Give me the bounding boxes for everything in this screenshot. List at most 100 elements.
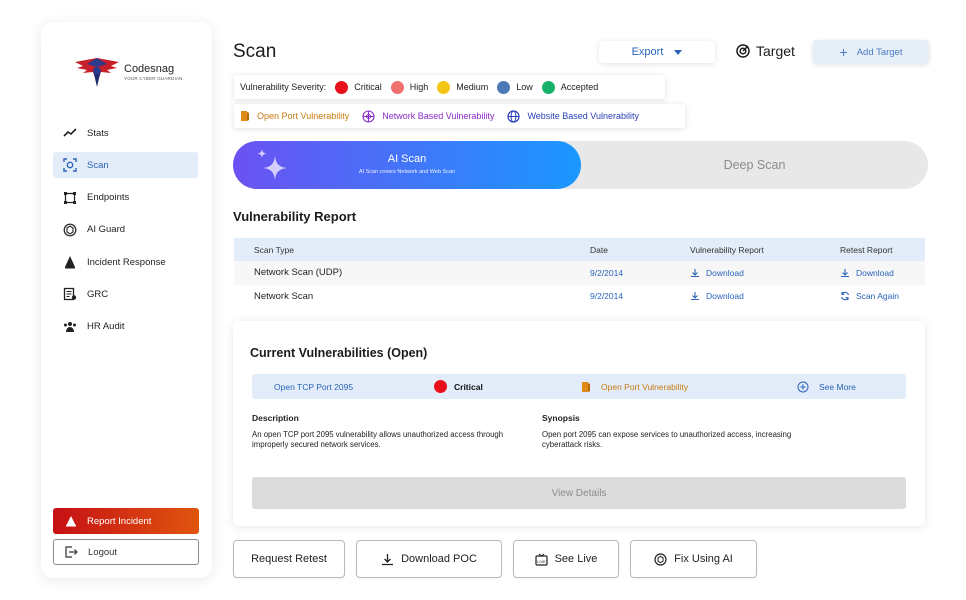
severity-label: Accepted	[560, 82, 599, 92]
download-poc-button[interactable]: Download POC	[356, 540, 502, 578]
download-retest-link[interactable]: Download	[840, 268, 925, 278]
severity-label: High	[409, 82, 429, 92]
see-live-label: See Live	[554, 553, 598, 565]
severity-legend-label: Vulnerability Severity:	[240, 82, 327, 92]
vulnerability-type: Open Port Vulnerability	[581, 381, 797, 393]
incident-icon	[63, 255, 77, 269]
sidebar-item-endpoints[interactable]: Endpoints	[53, 185, 198, 211]
sidebar-item-label: Incident Response	[87, 256, 166, 268]
type-network: Network Based Vulnerability	[362, 109, 495, 123]
date-cell: 9/2/2014	[590, 291, 624, 302]
request-retest-button[interactable]: Request Retest	[233, 540, 345, 578]
open-port-icon	[240, 110, 250, 122]
severity-medium: Medium	[437, 80, 489, 94]
table-header: Scan Type Date Vulnerability Report Rete…	[234, 238, 925, 261]
plus-circle-icon	[797, 381, 809, 393]
sidebar-item-incident-response[interactable]: Incident Response	[53, 249, 198, 275]
sidebar: Codesnag YOUR CYBER GUARDIAN Stats Scan …	[41, 22, 212, 578]
ai-scan-subtitle: AI Scan covers Network and Web Scan	[358, 169, 456, 175]
scan-mode-toggle: AI Scan AI Scan covers Network and Web S…	[233, 141, 928, 189]
download-label: Download	[706, 267, 744, 278]
column-header-date: Date	[590, 244, 608, 255]
report-incident-button[interactable]: Report Incident	[53, 508, 199, 534]
severity-accepted: Accepted	[541, 80, 599, 94]
severity-low: Low	[497, 80, 533, 94]
type-label: Open Port Vulnerability	[601, 381, 689, 392]
export-dropdown[interactable]: Export	[599, 41, 715, 63]
ai-scan-tab[interactable]: AI Scan AI Scan covers Network and Web S…	[233, 141, 581, 189]
vulnerability-report-title: Vulnerability Report	[233, 209, 357, 224]
table-row: Network Scan (UDP) 9/2/2014 Download Dow…	[234, 261, 925, 285]
see-live-button[interactable]: LIVE See Live	[513, 540, 619, 578]
download-report-link[interactable]: Download	[690, 291, 840, 301]
export-label: Export	[631, 46, 664, 58]
sidebar-item-label: Endpoints	[87, 192, 130, 204]
column-header-retest-report: Retest Report	[840, 244, 893, 255]
add-target-button[interactable]: + Add Target	[813, 40, 929, 64]
severity-label: Medium	[456, 82, 489, 92]
description-text: An open TCP port 2095 vulnerability allo…	[252, 430, 504, 449]
alarm-icon	[65, 515, 77, 527]
download-icon	[690, 268, 700, 278]
synopsis-heading: Synopsis	[542, 413, 580, 423]
description-block: Description An open TCP port 2095 vulner…	[252, 413, 537, 450]
brand-tagline: YOUR CYBER GUARDIAN	[124, 76, 183, 81]
report-incident-label: Report Incident	[87, 515, 152, 527]
sidebar-nav: Stats Scan Endpoints AI Guard Incident R…	[53, 120, 198, 346]
logout-label: Logout	[88, 546, 118, 558]
download-icon	[840, 268, 850, 278]
severity-badge: Critical	[434, 380, 581, 393]
sidebar-item-ai-guard[interactable]: AI Guard	[53, 217, 198, 243]
see-more-link[interactable]: See More	[797, 381, 856, 393]
vulnerability-type-legend: Open Port Vulnerability Network Based Vu…	[234, 104, 685, 128]
grc-icon	[63, 287, 77, 301]
ai-scan-title: AI Scan	[387, 153, 427, 165]
scan-again-label: Scan Again	[856, 291, 900, 302]
hr-audit-icon	[63, 320, 77, 334]
vulnerability-row[interactable]: Open TCP Port 2095 Critical Open Port Vu…	[252, 374, 906, 399]
severity-label: Low	[516, 82, 533, 92]
report-table: Scan Type Date Vulnerability Report Rete…	[234, 238, 925, 308]
sidebar-item-label: AI Guard	[87, 224, 126, 236]
download-icon	[381, 553, 394, 566]
type-website: Website Based Vulnerability	[507, 109, 639, 123]
fix-using-ai-button[interactable]: Fix Using AI	[630, 540, 757, 578]
sidebar-item-label: HR Audit	[87, 321, 125, 333]
sidebar-item-label: Stats	[87, 127, 109, 139]
sidebar-item-stats[interactable]: Stats	[53, 120, 198, 146]
sidebar-item-hr-audit[interactable]: HR Audit	[53, 314, 198, 340]
synopsis-block: Synopsis Open port 2095 can expose servi…	[542, 413, 827, 450]
codesnag-logo-icon	[75, 58, 119, 87]
caret-down-icon	[674, 49, 683, 55]
view-details-button[interactable]: View Details	[252, 477, 906, 509]
type-label: Open Port Vulnerability	[257, 111, 350, 121]
endpoints-icon	[63, 191, 77, 205]
brand-logo[interactable]: Codesnag YOUR CYBER GUARDIAN	[73, 54, 183, 90]
download-icon	[690, 291, 700, 301]
network-icon	[362, 109, 375, 123]
target-icon	[736, 44, 750, 58]
critical-dot-icon	[335, 80, 349, 94]
severity-label: Critical	[454, 381, 483, 392]
fix-using-ai-label: Fix Using AI	[674, 553, 733, 565]
severity-label: Critical	[354, 82, 382, 92]
download-report-link[interactable]: Download	[690, 268, 840, 278]
sidebar-item-grc[interactable]: GRC	[53, 281, 198, 307]
plus-icon: +	[839, 44, 848, 60]
deep-scan-tab[interactable]: Deep Scan	[581, 141, 928, 189]
open-port-icon	[581, 381, 591, 393]
sidebar-item-scan[interactable]: Scan	[53, 152, 198, 179]
refresh-icon	[840, 291, 850, 301]
scan-again-link[interactable]: Scan Again	[840, 291, 925, 301]
scan-type-cell: Network Scan	[254, 290, 314, 302]
current-vulnerabilities-card: Current Vulnerabilities (Open) Open TCP …	[233, 321, 925, 526]
synopsis-text: Open port 2095 can expose services to un…	[542, 430, 792, 449]
ai-guard-icon	[63, 223, 77, 237]
severity-critical: Critical	[335, 80, 382, 94]
type-label: Network Based Vulnerability	[382, 111, 495, 121]
scan-type-cell: Network Scan (UDP)	[254, 267, 343, 279]
table-row: Network Scan 9/2/2014 Download Scan Agai…	[234, 285, 925, 309]
sidebar-item-label: Scan	[87, 159, 109, 171]
live-icon: LIVE	[534, 553, 548, 566]
logout-button[interactable]: Logout	[53, 539, 199, 565]
